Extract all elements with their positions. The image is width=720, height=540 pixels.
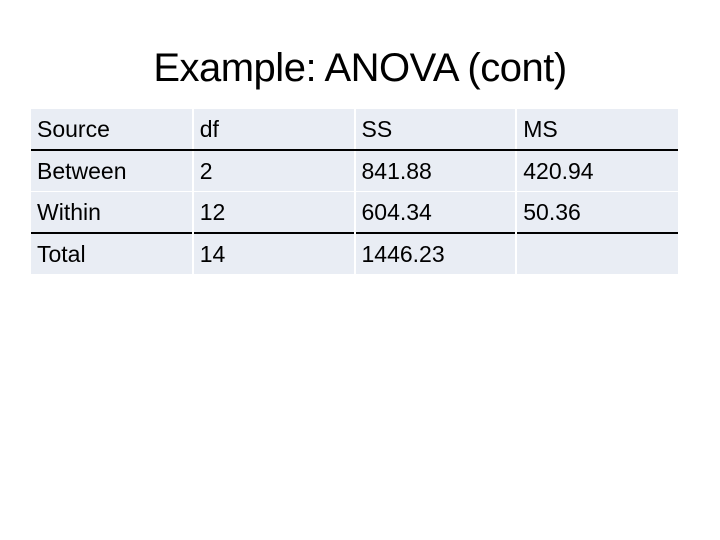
header-df: df <box>191 109 356 151</box>
cell-ms: 50.36 <box>515 191 678 234</box>
cell-ms <box>515 232 678 274</box>
anova-table: Source df SS MS Between 2 841.88 420.94 … <box>31 109 678 274</box>
cell-source: Within <box>31 191 194 234</box>
cell-df: 12 <box>191 191 356 234</box>
table-row-between: Between 2 841.88 420.94 <box>31 149 678 192</box>
table-row-total: Total 14 1446.23 <box>31 232 678 274</box>
header-source: Source <box>31 109 194 151</box>
header-ms: MS <box>515 109 678 151</box>
cell-source: Between <box>31 149 194 192</box>
cell-ms: 420.94 <box>515 149 678 192</box>
header-ss: SS <box>353 109 518 151</box>
cell-ss: 604.34 <box>353 191 518 234</box>
cell-df: 2 <box>191 149 356 192</box>
slide-title: Example: ANOVA (cont) <box>153 46 567 90</box>
cell-df: 14 <box>191 232 356 274</box>
cell-ss: 841.88 <box>353 149 518 192</box>
table-header-row: Source df SS MS <box>31 109 678 151</box>
cell-ss: 1446.23 <box>353 232 518 274</box>
cell-source: Total <box>31 232 194 274</box>
table-row-within: Within 12 604.34 50.36 <box>31 191 678 234</box>
